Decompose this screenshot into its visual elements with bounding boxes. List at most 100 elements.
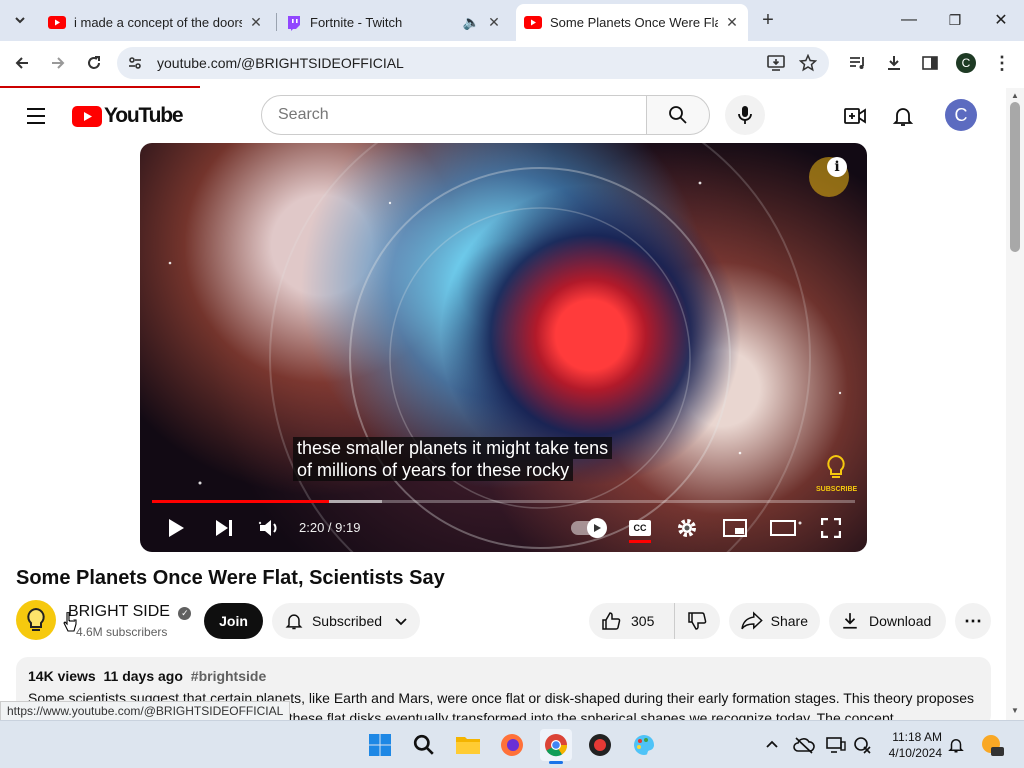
- cloud-offline-icon: [793, 737, 815, 754]
- channel-name-text: BRIGHT SIDE: [68, 603, 170, 620]
- taskbar-clock[interactable]: 11:18 AM 4/10/2024: [884, 729, 942, 761]
- notifications-button[interactable]: [891, 104, 915, 128]
- onedrive-button[interactable]: [788, 729, 820, 761]
- restore-button[interactable]: ❐: [932, 0, 978, 40]
- join-button[interactable]: Join: [204, 603, 263, 639]
- voice-search-button[interactable]: [725, 95, 765, 135]
- more-vertical-icon: ⋮: [993, 52, 1011, 73]
- autoplay-toggle[interactable]: [570, 513, 607, 543]
- hamburger-menu-icon: [27, 108, 45, 124]
- video-meta: 14K views 11 days ago #brightside: [28, 668, 266, 684]
- reload-button[interactable]: [80, 49, 108, 77]
- play-button[interactable]: [162, 513, 190, 543]
- network-status-button[interactable]: [846, 729, 878, 761]
- search-icon: [669, 106, 687, 124]
- paint-app-button[interactable]: [628, 729, 660, 761]
- download-button[interactable]: Download: [829, 603, 946, 639]
- channel-name[interactable]: BRIGHT SIDE ✓: [68, 603, 192, 621]
- bell-icon: [948, 739, 964, 753]
- monitor-icon: [826, 737, 846, 753]
- tab-search-button[interactable]: [8, 8, 32, 32]
- chevron-down-icon: [395, 618, 407, 626]
- new-tab-button[interactable]: +: [756, 8, 780, 32]
- subscribed-button[interactable]: Subscribed: [272, 603, 420, 639]
- scroll-up-icon[interactable]: ▲: [1011, 91, 1019, 100]
- show-hidden-icons-button[interactable]: [756, 729, 788, 761]
- reload-icon: [88, 56, 100, 69]
- media-controls-button[interactable]: [844, 49, 872, 77]
- youtube-logo[interactable]: YouTube: [72, 104, 184, 128]
- subscribe-watermark[interactable]: SUBSCRIBE: [816, 453, 857, 493]
- record-icon: [589, 734, 611, 756]
- tab-strip: i made a concept of the doors ✕ Fortnite…: [0, 0, 1024, 41]
- guide-menu-button[interactable]: [24, 104, 48, 128]
- info-icon[interactable]: i: [827, 157, 847, 177]
- more-actions-button[interactable]: ⋯: [955, 603, 991, 639]
- recorder-button[interactable]: [584, 729, 616, 761]
- theater-mode-button[interactable]: [768, 513, 798, 543]
- share-button[interactable]: Share: [729, 603, 820, 639]
- forward-button[interactable]: [44, 49, 72, 77]
- bell-icon: [892, 108, 914, 126]
- caption-line: of millions of years for these rocky: [293, 459, 574, 481]
- back-button[interactable]: [8, 49, 36, 77]
- search-button[interactable]: [646, 95, 710, 135]
- settings-button[interactable]: [672, 513, 702, 543]
- like-dislike-group: 305: [589, 603, 720, 639]
- weather-icon: [982, 735, 1004, 756]
- fullscreen-icon: [821, 518, 841, 538]
- view-count: 14K views: [28, 668, 96, 684]
- bookmark-star-icon[interactable]: [799, 54, 817, 72]
- site-settings-icon[interactable]: [127, 55, 143, 71]
- video-progress-bar[interactable]: [152, 500, 855, 503]
- downloads-button[interactable]: [880, 49, 908, 77]
- dislike-button[interactable]: [675, 603, 719, 639]
- firefox-button[interactable]: [496, 729, 528, 761]
- close-icon[interactable]: ✕: [248, 14, 264, 31]
- speaker-icon[interactable]: 🔈: [463, 14, 480, 31]
- install-app-icon[interactable]: [767, 54, 785, 72]
- mute-button[interactable]: [256, 513, 284, 543]
- minimize-button[interactable]: —: [886, 0, 932, 40]
- notifications-center-button[interactable]: [940, 729, 972, 761]
- close-window-button[interactable]: ✕: [978, 0, 1024, 40]
- windows-logo-icon: [369, 734, 391, 756]
- taskbar-search-button[interactable]: [408, 729, 440, 761]
- subscribed-label: Subscribed: [311, 613, 383, 629]
- clock-date: 4/10/2024: [888, 746, 942, 760]
- scrollbar-thumb[interactable]: [1010, 102, 1020, 252]
- close-icon[interactable]: ✕: [486, 14, 502, 31]
- address-bar[interactable]: youtube.com/@BRIGHTSIDEOFFICIAL: [117, 47, 829, 79]
- create-button[interactable]: [843, 104, 867, 128]
- progress-played: [152, 500, 329, 503]
- caption-line: these smaller planets it might take tens: [293, 437, 613, 459]
- video-player[interactable]: i these smaller planets it might take te…: [140, 143, 867, 552]
- like-button[interactable]: 305: [589, 603, 675, 639]
- tab-planets-video[interactable]: Some Planets Once Were Flat, ✕: [516, 4, 748, 41]
- hashtag-link[interactable]: #brightside: [191, 668, 266, 684]
- file-explorer-button[interactable]: [452, 729, 484, 761]
- next-button[interactable]: [210, 513, 238, 543]
- tab-fortnite-twitch[interactable]: Fortnite - Twitch 🔈 ✕: [278, 4, 510, 41]
- browser-menu-button[interactable]: ⋮: [988, 49, 1016, 77]
- close-icon[interactable]: ✕: [724, 14, 740, 31]
- mouse-cursor-icon: [63, 611, 77, 637]
- search-input[interactable]: Search: [261, 95, 647, 135]
- side-panel-button[interactable]: [916, 49, 944, 77]
- microphone-icon: [738, 106, 752, 124]
- account-avatar[interactable]: C: [945, 99, 977, 131]
- fullscreen-button[interactable]: [816, 513, 846, 543]
- start-button[interactable]: [364, 729, 396, 761]
- thumbs-up-icon: [602, 612, 621, 630]
- channel-avatar[interactable]: [16, 600, 56, 640]
- profile-button[interactable]: C: [952, 49, 980, 77]
- captions-button[interactable]: CC: [624, 513, 656, 543]
- scroll-down-icon[interactable]: ▼: [1011, 706, 1019, 715]
- chrome-button[interactable]: [540, 729, 572, 764]
- like-count: 305: [631, 613, 655, 629]
- page-scrollbar[interactable]: ▲ ▼: [1006, 88, 1024, 720]
- youtube-logo-text: YouTube: [104, 104, 184, 127]
- miniplayer-button[interactable]: [720, 513, 750, 543]
- weather-widget-button[interactable]: [976, 729, 1008, 761]
- tab-doors-video[interactable]: i made a concept of the doors ✕: [40, 4, 272, 41]
